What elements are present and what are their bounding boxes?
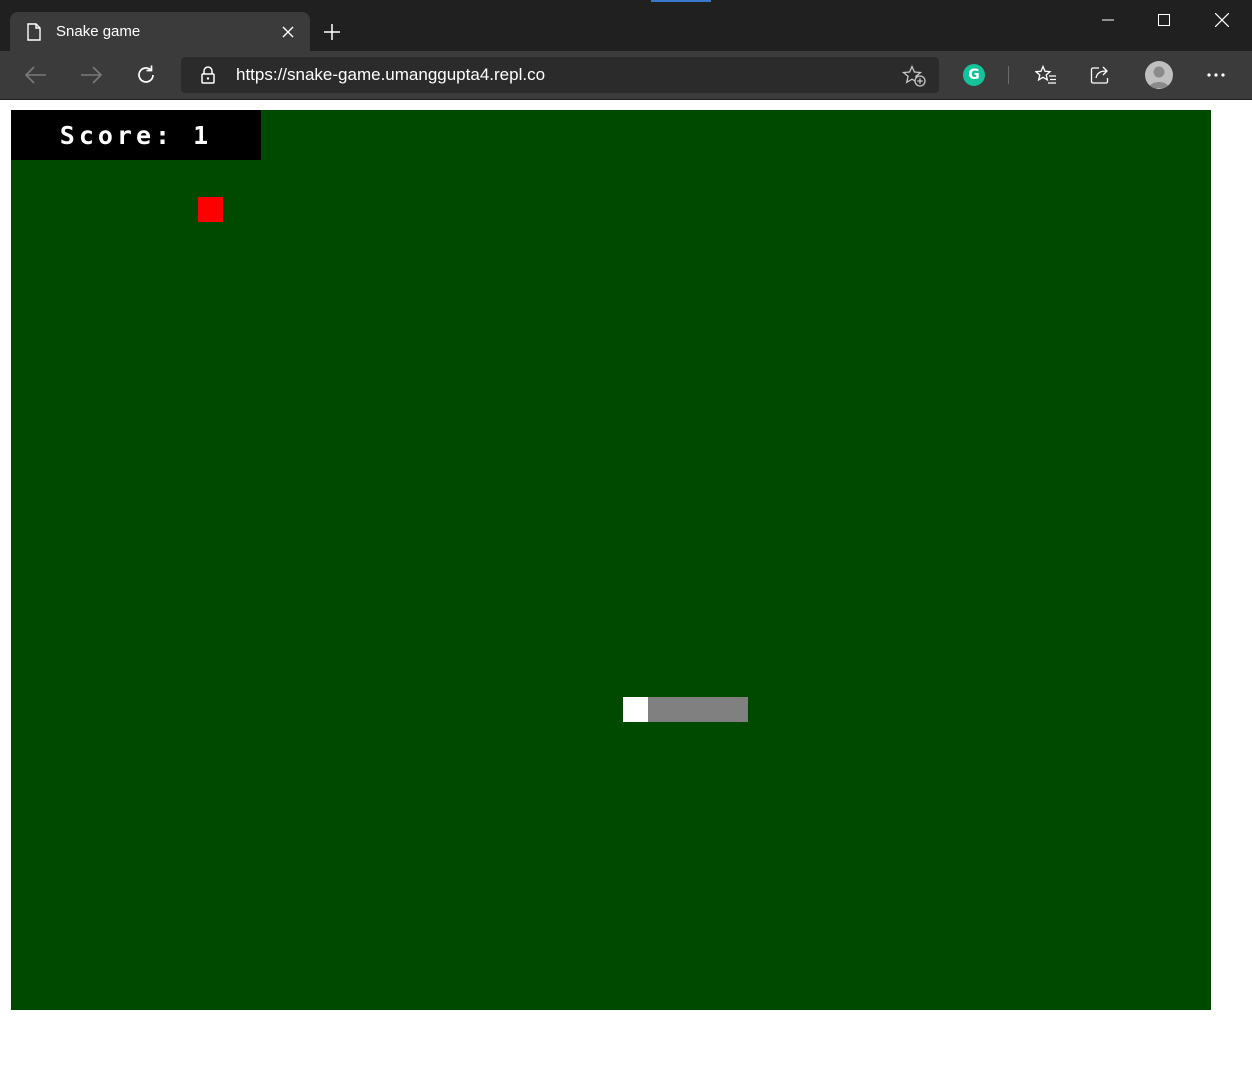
- close-tab-icon[interactable]: [278, 22, 298, 42]
- close-window-button[interactable]: [1193, 0, 1251, 40]
- maximize-icon: [1158, 14, 1170, 26]
- snake-body-segment: [698, 697, 723, 722]
- new-tab-button[interactable]: [318, 18, 346, 46]
- share-button[interactable]: [1085, 59, 1117, 91]
- favorites-button[interactable]: [1030, 59, 1062, 91]
- address-bar[interactable]: https://snake-game.umanggupta4.repl.co: [181, 57, 939, 93]
- score-label: Score:: [59, 120, 175, 150]
- score-text: Score: 1: [60, 121, 212, 150]
- score-value: 1: [193, 120, 213, 150]
- game-canvas[interactable]: Score: 1: [11, 110, 1211, 1010]
- snake-body-segment: [723, 697, 748, 722]
- forward-button[interactable]: [75, 59, 107, 91]
- score-display: Score: 1: [11, 110, 261, 160]
- plus-icon: [324, 24, 340, 40]
- tab-title: Snake game: [56, 23, 141, 40]
- back-arrow-icon: [25, 66, 46, 84]
- tab-snake-game[interactable]: Snake game: [10, 12, 310, 51]
- window-accent: [651, 0, 711, 2]
- browser-toolbar: https://snake-game.umanggupta4.repl.co G: [0, 51, 1252, 99]
- minimize-button[interactable]: [1079, 0, 1137, 40]
- back-button[interactable]: [20, 59, 52, 91]
- refresh-button[interactable]: [130, 59, 162, 91]
- toolbar-divider: [1008, 66, 1009, 84]
- title-bar: Snake game: [0, 0, 1252, 51]
- share-icon: [1090, 66, 1109, 84]
- food: [198, 197, 223, 222]
- snake-body-segment: [648, 697, 673, 722]
- url-text[interactable]: https://snake-game.umanggupta4.repl.co: [236, 65, 545, 85]
- grammarly-icon[interactable]: G: [963, 64, 985, 86]
- favorites-icon: [1035, 65, 1056, 84]
- forward-arrow-icon: [81, 66, 102, 84]
- refresh-icon: [138, 65, 154, 83]
- profile-icon: [1149, 66, 1169, 88]
- avatar[interactable]: [1145, 61, 1173, 89]
- snake-body-segment: [673, 697, 698, 722]
- page-icon: [27, 22, 41, 41]
- star-plus-icon[interactable]: [902, 65, 926, 87]
- more-icon: [1207, 73, 1225, 77]
- more-button[interactable]: [1200, 59, 1232, 91]
- minimize-icon: [1102, 19, 1114, 21]
- maximize-button[interactable]: [1135, 0, 1193, 40]
- close-icon: [1215, 13, 1229, 27]
- page-divider: [0, 99, 1252, 100]
- snake-head: [623, 697, 648, 722]
- lock-icon[interactable]: [200, 66, 216, 84]
